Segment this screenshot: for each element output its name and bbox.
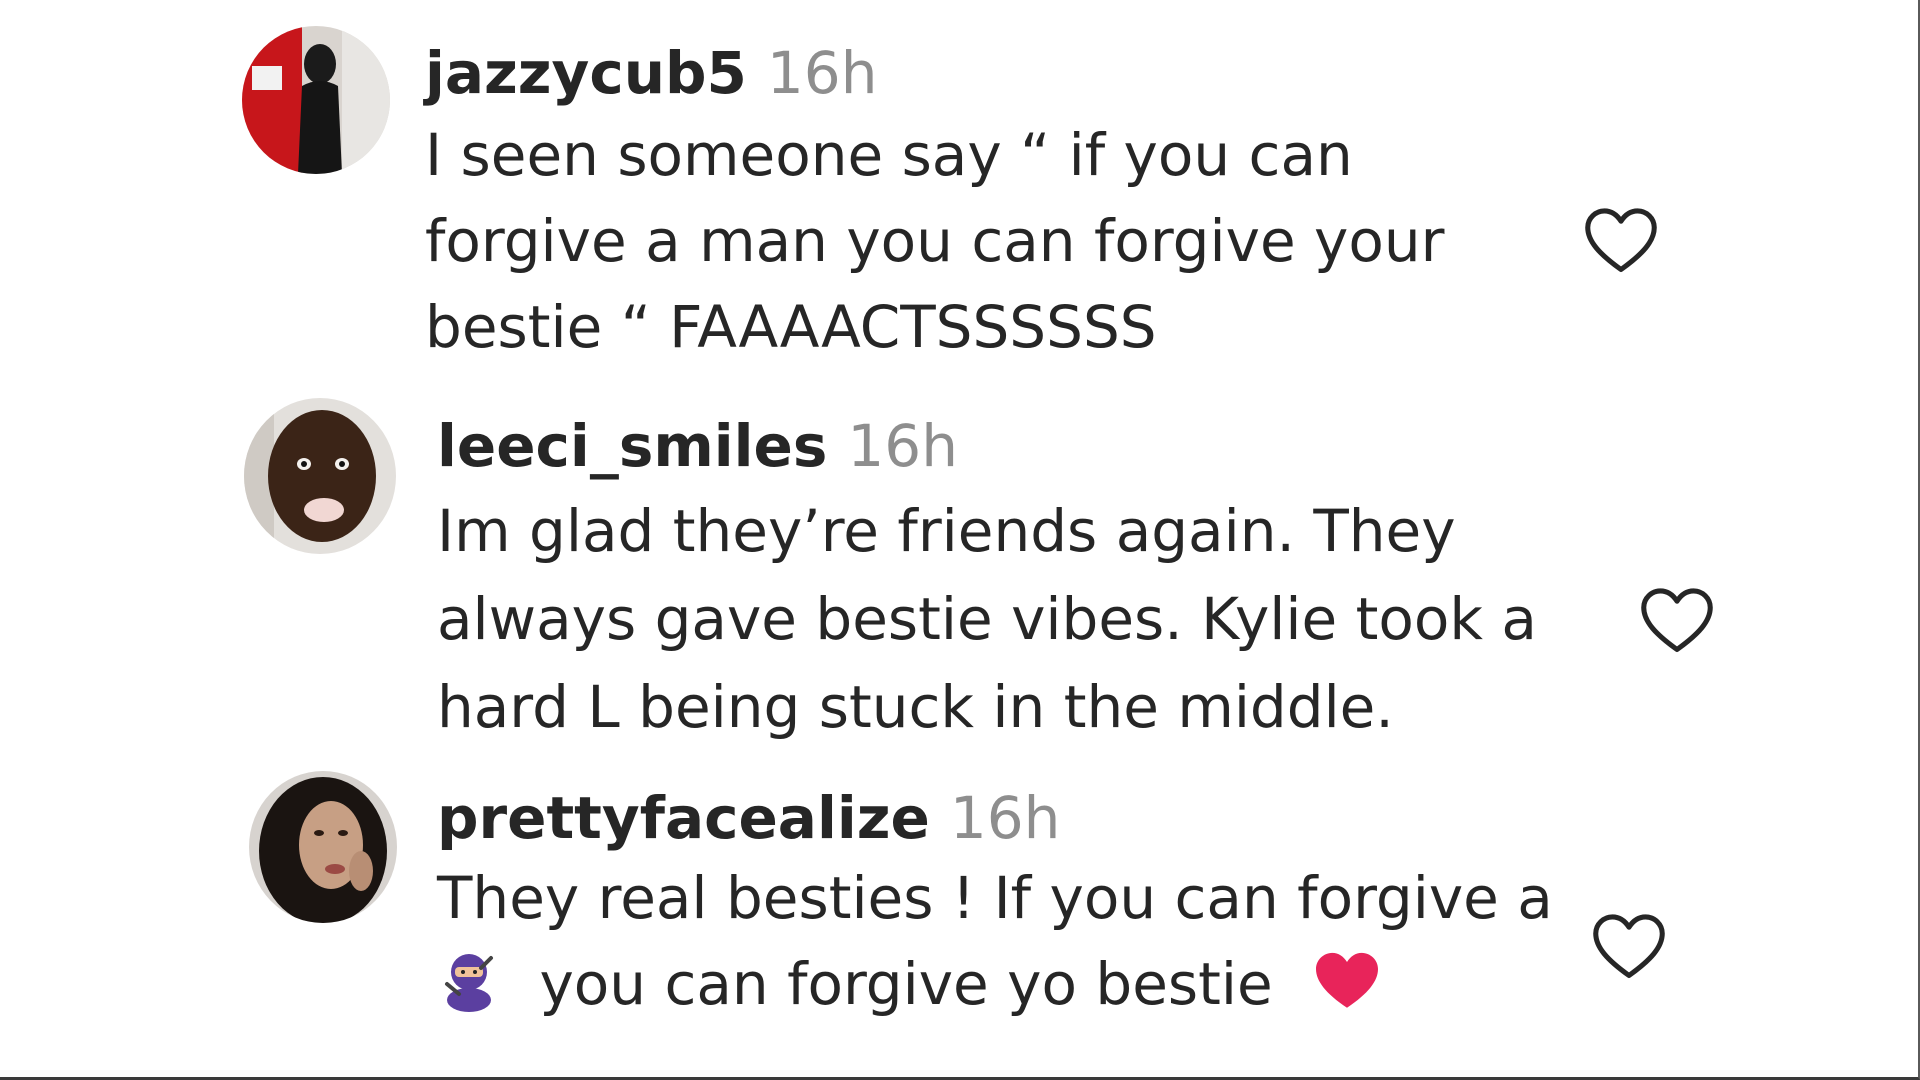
heart-outline-icon [1593, 914, 1665, 979]
comment-line: you can forgive yo bestie [437, 941, 1617, 1035]
comment-line: bestie “ FAAAACTSSSSSS [425, 293, 1157, 361]
comments-panel: jazzycub5 16h I seen someone say “ if you… [0, 0, 1920, 1080]
comment-line: Im glad they’re friends again. They [437, 497, 1456, 565]
comment-meta: prettyfacealize 16h [437, 783, 1617, 853]
comment-line: always gave bestie vibes. Kylie took a [437, 585, 1537, 653]
username[interactable]: jazzycub5 [425, 39, 747, 107]
comment-text: Im glad they’re friends again. They alwa… [437, 487, 1637, 751]
like-button[interactable] [1583, 206, 1659, 276]
avatar[interactable] [242, 26, 390, 174]
like-button[interactable] [1639, 586, 1715, 656]
username[interactable]: leeci_smiles [437, 412, 827, 480]
avatar[interactable] [249, 771, 397, 923]
timestamp: 16h [847, 412, 958, 480]
heart-outline-icon [1585, 208, 1657, 273]
timestamp: 16h [766, 39, 878, 107]
comment-meta: jazzycub5 16h [425, 38, 1575, 108]
comment-text: I seen someone say “ if you can forgive … [425, 112, 1575, 370]
red-heart-emoji [1313, 949, 1381, 1035]
timestamp: 16h [949, 784, 1061, 852]
username[interactable]: prettyfacealize [437, 784, 930, 852]
comment-text: They real besties ! If you can forgive a… [437, 855, 1617, 1035]
comment-line: forgive a man you can forgive your [425, 207, 1445, 275]
comment-meta: leeci_smiles 16h [437, 411, 1637, 481]
comment-line-text: you can forgive yo bestie [539, 950, 1273, 1018]
ninja-emoji [437, 948, 501, 1035]
comment-line: hard L being stuck in the middle. [437, 673, 1394, 741]
comment-line: I seen someone say “ if you can [425, 121, 1353, 189]
avatar[interactable] [244, 398, 396, 554]
like-button[interactable] [1591, 912, 1667, 982]
heart-outline-icon [1641, 588, 1713, 653]
comment-line: They real besties ! If you can forgive a [437, 864, 1553, 932]
